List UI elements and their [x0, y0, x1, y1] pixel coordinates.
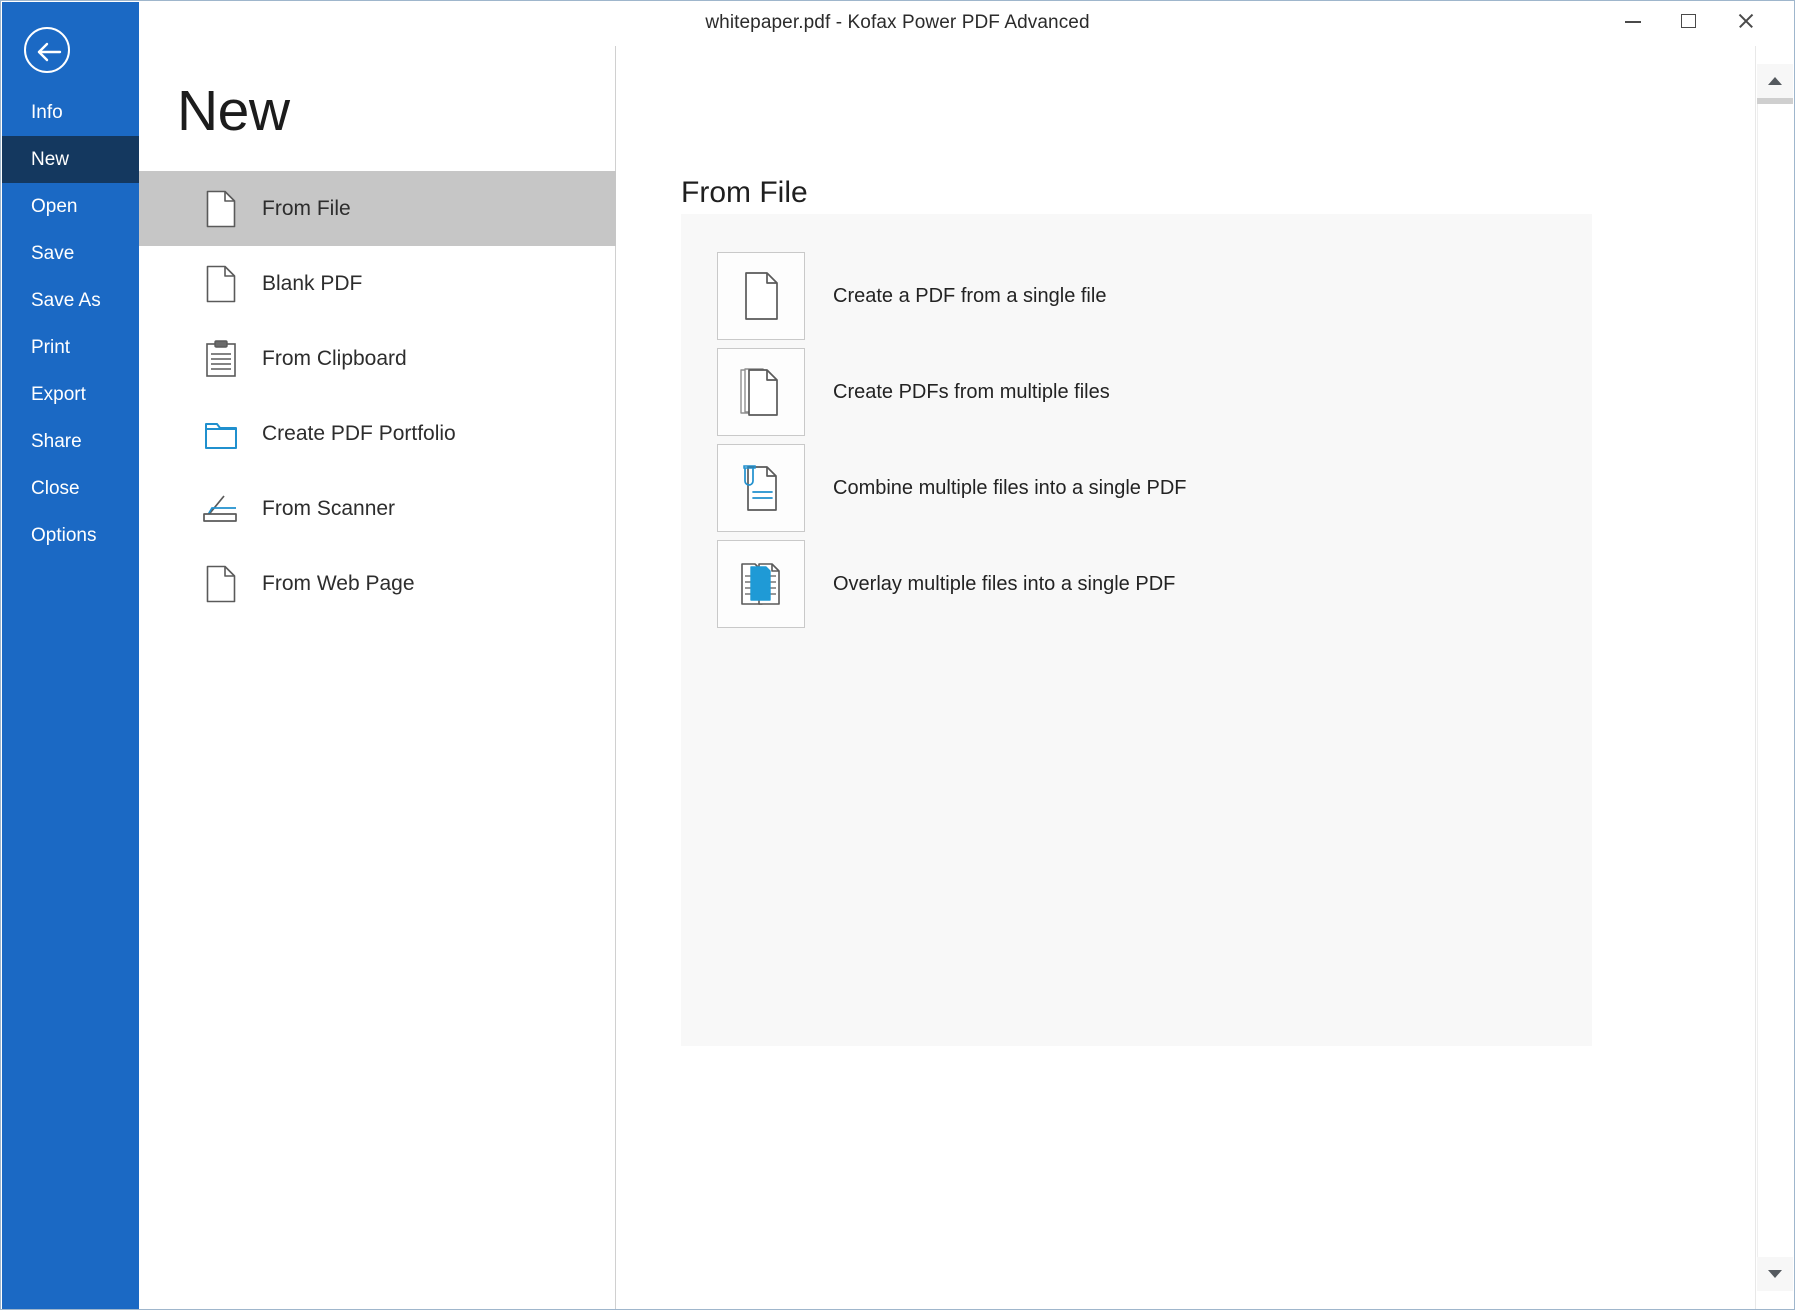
back-button[interactable] [24, 27, 70, 73]
scroll-down-button[interactable] [1757, 1257, 1793, 1291]
minimize-button[interactable] [1607, 1, 1659, 41]
action-create-pdf-single-file[interactable]: Create a PDF from a single file [717, 248, 1567, 344]
application-window: whitepaper.pdf - Kofax Power PDF Advance… [0, 0, 1795, 1310]
source-item-label: From Web Page [262, 571, 415, 595]
sidebar-item-info[interactable]: Info [2, 89, 139, 136]
detail-panel: Create a PDF from a single file Create P… [681, 214, 1592, 1046]
scrollbar-track[interactable] [1757, 80, 1793, 1275]
source-item-blank-pdf[interactable]: Blank PDF [139, 246, 616, 321]
backstage-sidebar: Info New Open Save Save As Print Export … [2, 2, 139, 1309]
backstage-menu: Info New Open Save Save As Print Export … [2, 89, 139, 559]
source-list: From File Blank PDF From Clipboard Creat… [139, 171, 616, 621]
vertical-scrollbar[interactable] [1755, 46, 1793, 1309]
window-title: whitepaper.pdf - Kofax Power PDF Advance… [705, 12, 1090, 33]
action-label: Overlay multiple files into a single PDF [833, 572, 1176, 595]
sidebar-item-label: New [31, 149, 70, 170]
action-combine-files-single-pdf[interactable]: Combine multiple files into a single PDF [717, 440, 1567, 536]
sidebar-item-label: Export [31, 384, 86, 405]
sidebar-item-close[interactable]: Close [2, 465, 139, 512]
close-button[interactable] [1720, 1, 1772, 41]
source-item-create-pdf-portfolio[interactable]: Create PDF Portfolio [139, 396, 616, 471]
source-item-from-file[interactable]: From File [139, 171, 616, 246]
combine-documents-icon [717, 444, 805, 532]
close-icon [1737, 12, 1755, 30]
sidebar-item-label: Share [31, 431, 82, 452]
sidebar-item-save-as[interactable]: Save As [2, 277, 139, 324]
sidebar-item-options[interactable]: Options [2, 512, 139, 559]
scroll-up-button[interactable] [1757, 64, 1793, 98]
scrollbar-thumb[interactable] [1757, 98, 1793, 104]
sidebar-item-label: Open [31, 196, 78, 217]
sidebar-item-label: Options [31, 525, 97, 546]
sidebar-item-print[interactable]: Print [2, 324, 139, 371]
sidebar-item-save[interactable]: Save [2, 230, 139, 277]
chevron-up-icon [1768, 77, 1782, 85]
maximize-icon [1680, 14, 1696, 28]
multiple-documents-icon [717, 348, 805, 436]
action-label: Combine multiple files into a single PDF [833, 476, 1187, 499]
folder-icon [201, 412, 241, 456]
source-item-label: Create PDF Portfolio [262, 421, 456, 445]
sidebar-item-share[interactable]: Share [2, 418, 139, 465]
minimize-icon [1625, 21, 1641, 23]
source-item-label: From File [262, 196, 351, 220]
action-overlay-files-single-pdf[interactable]: Overlay multiple files into a single PDF [717, 536, 1567, 632]
source-list-column: From File Blank PDF From Clipboard Creat… [139, 46, 616, 1309]
maximize-button[interactable] [1662, 1, 1714, 41]
scanner-icon [201, 487, 241, 531]
source-item-from-clipboard[interactable]: From Clipboard [139, 321, 616, 396]
sidebar-item-label: Info [31, 102, 63, 123]
source-item-from-scanner[interactable]: From Scanner [139, 471, 616, 546]
sidebar-item-new[interactable]: New [2, 136, 139, 183]
source-item-label: From Clipboard [262, 346, 407, 370]
clipboard-icon [201, 337, 241, 381]
source-item-label: From Scanner [262, 496, 396, 520]
document-icon [201, 187, 241, 231]
detail-title: From File [681, 176, 808, 209]
source-item-label: Blank PDF [262, 271, 363, 295]
detail-column: From File Create a PDF from a single fil… [617, 46, 1756, 1309]
sidebar-item-label: Print [31, 337, 71, 358]
action-create-pdfs-multiple-files[interactable]: Create PDFs from multiple files [717, 344, 1567, 440]
sidebar-item-open[interactable]: Open [2, 183, 139, 230]
back-arrow-icon [37, 42, 62, 62]
single-document-icon [717, 252, 805, 340]
source-item-from-web-page[interactable]: From Web Page [139, 546, 616, 621]
action-label: Create PDFs from multiple files [833, 380, 1110, 403]
backstage-content: New From File Blank PDF From Clipboard C… [139, 46, 1756, 1309]
overlay-documents-icon [717, 540, 805, 628]
title-bar: whitepaper.pdf - Kofax Power PDF Advance… [1, 1, 1794, 45]
action-label: Create a PDF from a single file [833, 284, 1107, 307]
sidebar-item-label: Close [31, 478, 80, 499]
sidebar-item-label: Save As [31, 290, 101, 311]
document-icon [201, 562, 241, 606]
sidebar-item-label: Save [31, 243, 75, 264]
sidebar-item-export[interactable]: Export [2, 371, 139, 418]
document-icon [201, 262, 241, 306]
chevron-down-icon [1768, 1270, 1782, 1278]
